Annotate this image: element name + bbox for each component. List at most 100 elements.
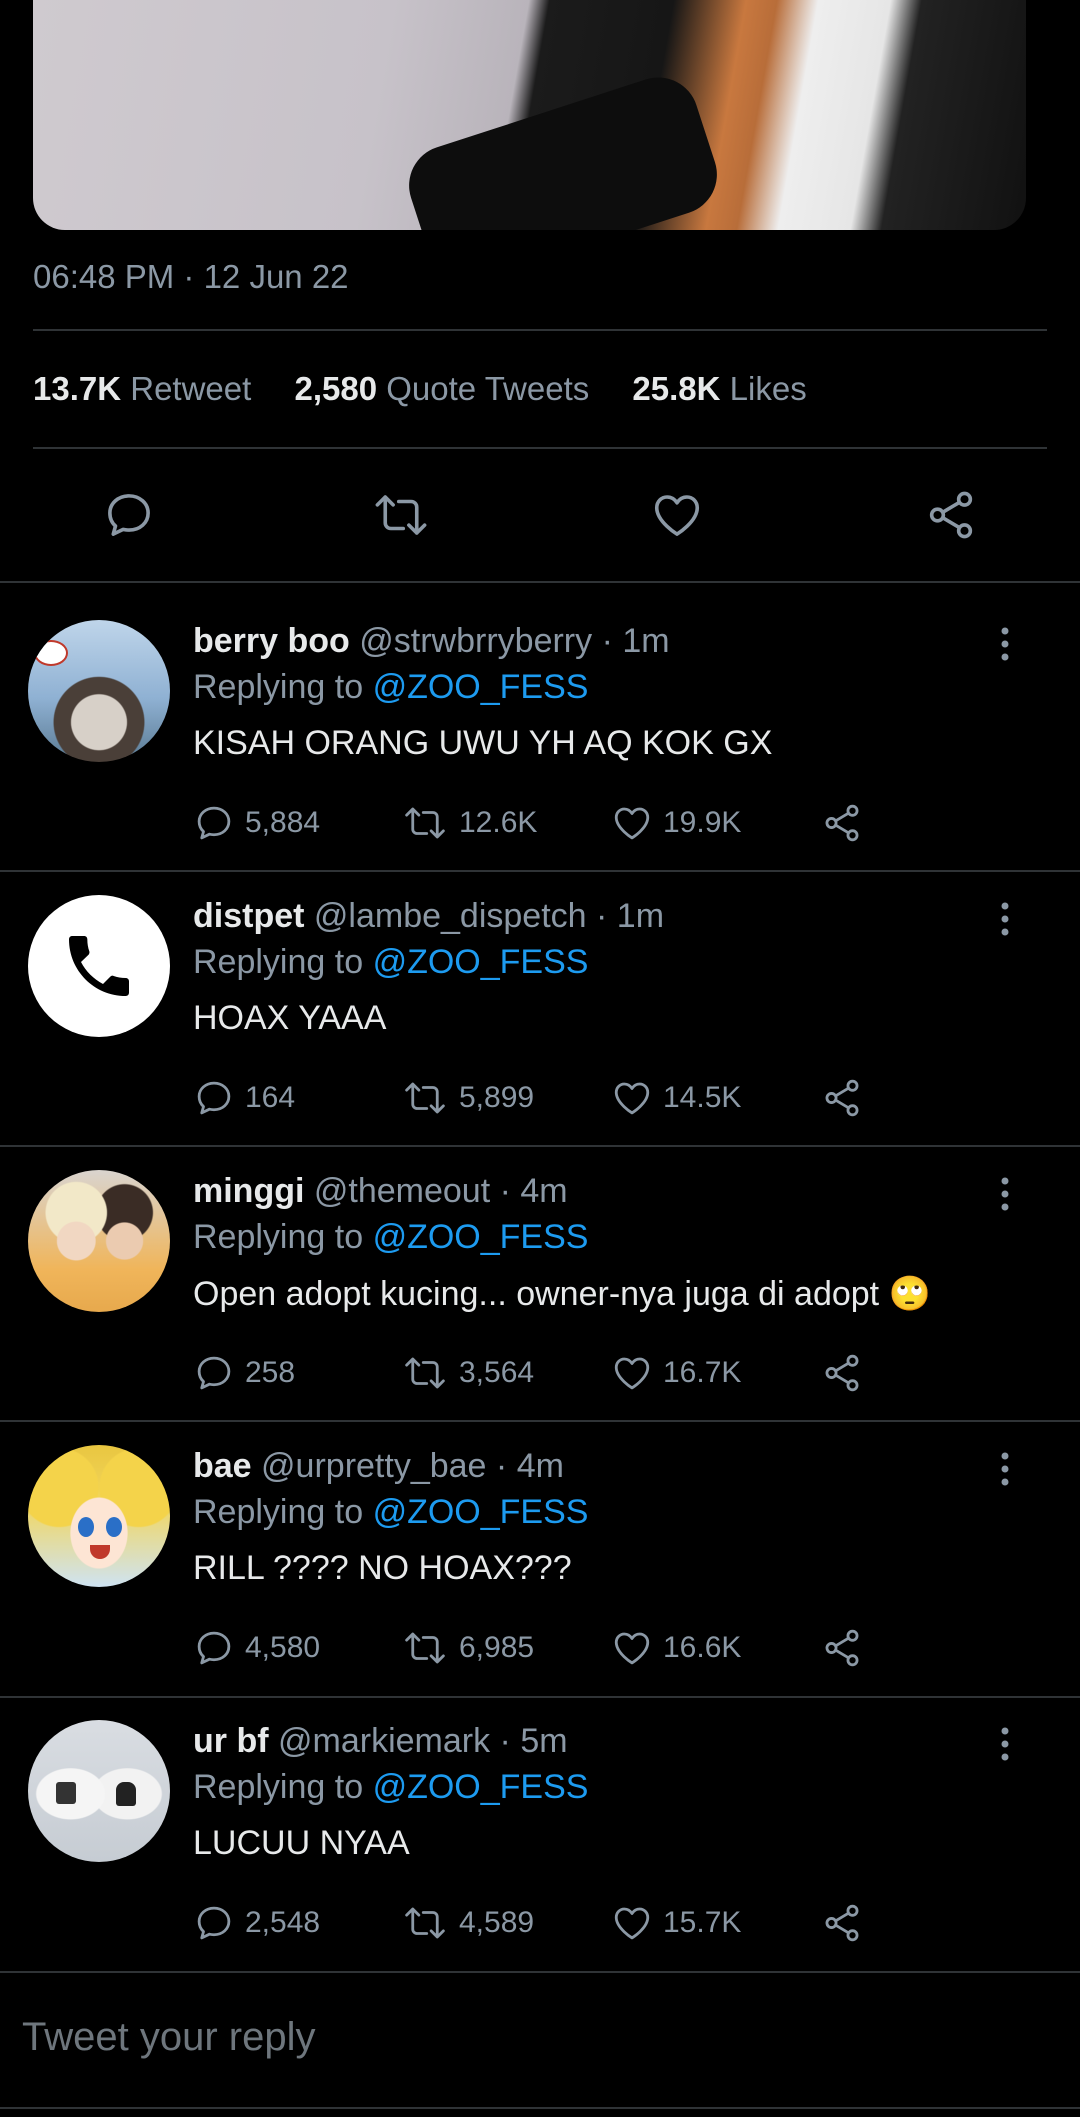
replying-to-label: Replying to — [193, 1768, 364, 1806]
reply-button[interactable]: 4,580 — [193, 1623, 320, 1673]
avatar[interactable] — [28, 895, 170, 1037]
reply-tweet[interactable]: ur bf @markiemark · 5m Replying to @ZOO_… — [0, 1720, 1080, 1993]
like-icon — [614, 1907, 650, 1940]
retweet-button[interactable]: 4,589 — [401, 1898, 534, 1948]
more-options-icon[interactable] — [990, 1720, 1020, 1768]
reply-icon[interactable] — [94, 480, 164, 550]
reply-time: · 4m — [499, 1172, 568, 1210]
quote-tweets-stat[interactable]: 2,580 Quote Tweets — [294, 370, 589, 407]
share-button[interactable] — [821, 1623, 863, 1673]
like-count: 14.5K — [663, 1081, 742, 1114]
divider — [33, 447, 1047, 449]
retweet-count: 13.7K — [33, 370, 122, 407]
avatar[interactable] — [28, 1170, 170, 1312]
mention-link[interactable]: @ZOO_FESS — [373, 668, 589, 706]
share-icon — [825, 1629, 859, 1667]
share-icon — [825, 1354, 859, 1392]
reply-tweet[interactable]: bae @urpretty_bae · 4m Replying to @ZOO_… — [0, 1445, 1080, 1718]
like-button[interactable]: 14.5K — [611, 1073, 741, 1123]
reply-header: distpet @lambe_dispetch · 1m — [193, 897, 664, 936]
replying-to: Replying to @ZOO_FESS — [193, 668, 588, 707]
tweet-media-image[interactable] — [33, 0, 1026, 230]
handle[interactable]: @markiemark — [278, 1722, 490, 1760]
like-icon[interactable] — [642, 480, 712, 550]
handle[interactable]: @urpretty_bae — [261, 1447, 486, 1485]
replying-to-label: Replying to — [193, 1493, 364, 1531]
tweet-action-bar — [0, 480, 1080, 550]
replying-to-label: Replying to — [193, 943, 364, 981]
likes-count: 25.8K — [632, 370, 721, 407]
reply-button[interactable]: 258 — [193, 1348, 295, 1398]
more-options-icon[interactable] — [990, 620, 1020, 668]
share-button[interactable] — [821, 1073, 863, 1123]
share-button[interactable] — [821, 1898, 863, 1948]
handle[interactable]: @lambe_dispetch — [314, 897, 587, 935]
retweet-count: 5,899 — [459, 1081, 535, 1114]
reply-count: 4,580 — [245, 1631, 321, 1664]
avatar[interactable] — [28, 1720, 170, 1862]
like-count: 16.7K — [663, 1356, 742, 1389]
retweet-button[interactable]: 3,564 — [401, 1348, 534, 1398]
avatar[interactable] — [28, 620, 170, 762]
reply-time: · 4m — [495, 1447, 564, 1485]
reply-tweet[interactable]: berry boo @strwbrryberry · 1m Replying t… — [0, 620, 1080, 893]
tweet-timestamp: 06:48 PM · 12 Jun 22 — [33, 258, 349, 295]
retweet-stat[interactable]: 13.7K Retweet — [33, 370, 251, 407]
reply-actions: 2,548 4,589 15.7K — [193, 1898, 893, 1948]
replying-to-label: Replying to — [193, 1218, 364, 1256]
divider — [0, 581, 1080, 583]
display-name[interactable]: ur bf — [193, 1722, 269, 1760]
retweet-button[interactable]: 12.6K — [401, 798, 537, 848]
mention-link[interactable]: @ZOO_FESS — [373, 1218, 589, 1256]
reply-text: LUCUU NYAA — [193, 1824, 410, 1862]
phone-icon — [69, 936, 129, 996]
more-options-icon[interactable] — [990, 1170, 1020, 1218]
reply-time: · 5m — [499, 1722, 568, 1760]
reply-actions: 164 5,899 14.5K — [193, 1073, 893, 1123]
reply-count: 164 — [245, 1081, 296, 1114]
share-button[interactable] — [821, 1348, 863, 1398]
display-name[interactable]: minggi — [193, 1172, 304, 1210]
like-button[interactable]: 16.6K — [611, 1623, 741, 1673]
reply-icon — [197, 1081, 231, 1115]
retweet-count: 3,564 — [459, 1356, 535, 1389]
reply-time: · 1m — [601, 622, 670, 660]
reply-composer-input[interactable]: Tweet your reply — [22, 2015, 315, 2060]
reply-icon — [197, 1631, 231, 1665]
retweet-icon[interactable] — [366, 480, 436, 550]
retweet-button[interactable]: 6,985 — [401, 1623, 534, 1673]
handle[interactable]: @strwbrryberry — [359, 622, 592, 660]
more-options-icon[interactable] — [990, 895, 1020, 943]
reply-button[interactable]: 5,884 — [193, 798, 320, 848]
replying-to: Replying to @ZOO_FESS — [193, 1218, 588, 1257]
display-name[interactable]: bae — [193, 1447, 252, 1485]
reply-actions: 4,580 6,985 16.6K — [193, 1623, 893, 1673]
share-button[interactable] — [821, 798, 863, 848]
reply-count: 5,884 — [245, 806, 321, 839]
display-name[interactable]: berry boo — [193, 622, 350, 660]
share-icon — [825, 804, 859, 842]
reply-tweet[interactable]: minggi @themeout · 4m Replying to @ZOO_F… — [0, 1170, 1080, 1443]
handle[interactable]: @themeout — [314, 1172, 490, 1210]
likes-stat[interactable]: 25.8K Likes — [632, 370, 806, 407]
reply-header: berry boo @strwbrryberry · 1m — [193, 622, 670, 661]
display-name[interactable]: distpet — [193, 897, 304, 935]
mention-link[interactable]: @ZOO_FESS — [373, 943, 589, 981]
share-icon[interactable] — [916, 480, 986, 550]
retweet-button[interactable]: 5,899 — [401, 1073, 534, 1123]
mention-link[interactable]: @ZOO_FESS — [373, 1493, 589, 1531]
reply-button[interactable]: 2,548 — [193, 1898, 320, 1948]
like-button[interactable]: 19.9K — [611, 798, 741, 848]
mention-link[interactable]: @ZOO_FESS — [373, 1768, 589, 1806]
reply-button[interactable]: 164 — [193, 1073, 295, 1123]
more-options-icon[interactable] — [990, 1445, 1020, 1493]
like-count: 16.6K — [663, 1631, 742, 1664]
reply-tweet[interactable]: distpet @lambe_dispetch · 1m Replying to… — [0, 895, 1080, 1168]
like-button[interactable]: 15.7K — [611, 1898, 741, 1948]
replying-to-label: Replying to — [193, 668, 364, 706]
avatar[interactable] — [28, 1445, 170, 1587]
like-button[interactable]: 16.7K — [611, 1348, 741, 1398]
replying-to: Replying to @ZOO_FESS — [193, 1493, 588, 1532]
reply-text: KISAH ORANG UWU YH AQ KOK GX — [193, 724, 773, 762]
quote-tweets-label: Quote Tweets — [386, 370, 590, 407]
